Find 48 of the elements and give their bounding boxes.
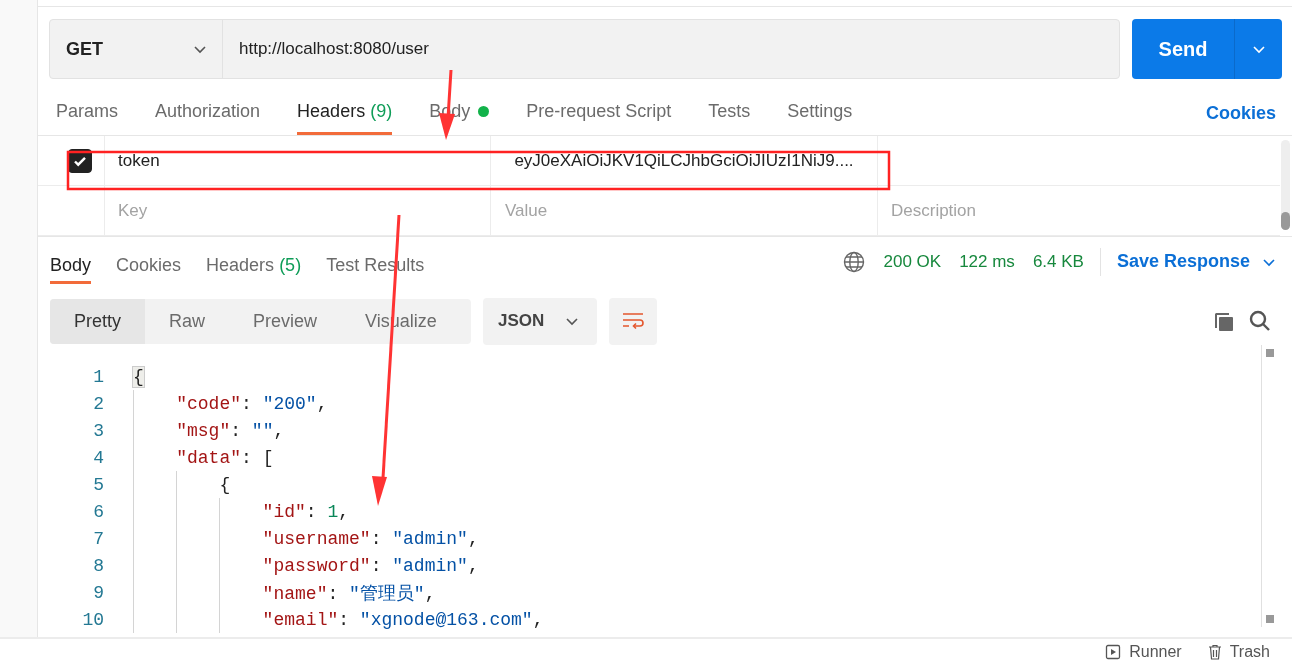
- response-tab[interactable]: Headers (5): [206, 237, 302, 284]
- line-number: 5: [92, 474, 104, 495]
- code-line: "id": 1,: [261, 501, 350, 522]
- line-number: 6: [92, 501, 104, 522]
- header-value-cell[interactable]: eyJ0eXAiOiJKV1QiLCJhbGciOiJIUzI1NiJ9....: [491, 136, 878, 185]
- line-number: 10: [81, 609, 104, 630]
- view-mode-tab[interactable]: Preview: [229, 298, 342, 344]
- search-icon[interactable]: [1248, 309, 1272, 333]
- request-tab[interactable]: Settings: [787, 79, 853, 135]
- line-number: 9: [92, 582, 104, 603]
- line-number: 2: [92, 393, 104, 414]
- code-line: "msg": "",: [175, 420, 285, 441]
- request-tab[interactable]: Headers (9): [297, 79, 393, 135]
- status-code[interactable]: 200 OK: [883, 251, 942, 272]
- request-tab[interactable]: Params: [56, 79, 118, 135]
- response-tab[interactable]: Body: [50, 237, 92, 284]
- line-number: 4: [92, 447, 104, 468]
- request-tab[interactable]: Authorization: [155, 79, 261, 135]
- response-size[interactable]: 6.4 KB: [1032, 251, 1084, 272]
- runner-button[interactable]: Runner: [1105, 643, 1182, 661]
- response-tab[interactable]: Cookies: [116, 237, 182, 284]
- wrap-lines-icon: [621, 311, 645, 331]
- line-number: 3: [92, 420, 104, 441]
- code-line: "email": "xgnode@163.com",: [261, 609, 544, 630]
- send-button[interactable]: Send: [1132, 19, 1235, 79]
- scrollbar[interactable]: [1281, 140, 1290, 230]
- request-tab[interactable]: Pre-request Script: [526, 79, 672, 135]
- line-number: 8: [92, 555, 104, 576]
- trash-button[interactable]: Trash: [1207, 643, 1270, 661]
- format-dropdown[interactable]: JSON: [483, 297, 597, 345]
- code-line: "name": "管理员",: [261, 582, 436, 605]
- play-icon: [1105, 644, 1122, 660]
- code-line: "data": [: [175, 447, 274, 468]
- line-number: 7: [92, 528, 104, 549]
- view-mode-tab[interactable]: Pretty: [50, 298, 145, 344]
- wrap-lines-button[interactable]: [609, 297, 657, 345]
- save-response-button[interactable]: Save Response: [1116, 251, 1276, 272]
- globe-icon[interactable]: [843, 250, 866, 273]
- code-line: "code": "200",: [175, 393, 328, 414]
- code-line: "password": "admin",: [261, 555, 479, 576]
- cookies-link[interactable]: Cookies: [1205, 79, 1276, 135]
- request-tab[interactable]: Tests: [708, 79, 751, 135]
- code-line: {: [218, 474, 231, 495]
- line-number: 1: [92, 366, 104, 387]
- view-mode-tab[interactable]: Raw: [145, 298, 230, 344]
- trash-icon: [1207, 644, 1222, 660]
- code-line: "username": "admin",: [261, 528, 479, 549]
- response-time[interactable]: 122 ms: [959, 251, 1015, 272]
